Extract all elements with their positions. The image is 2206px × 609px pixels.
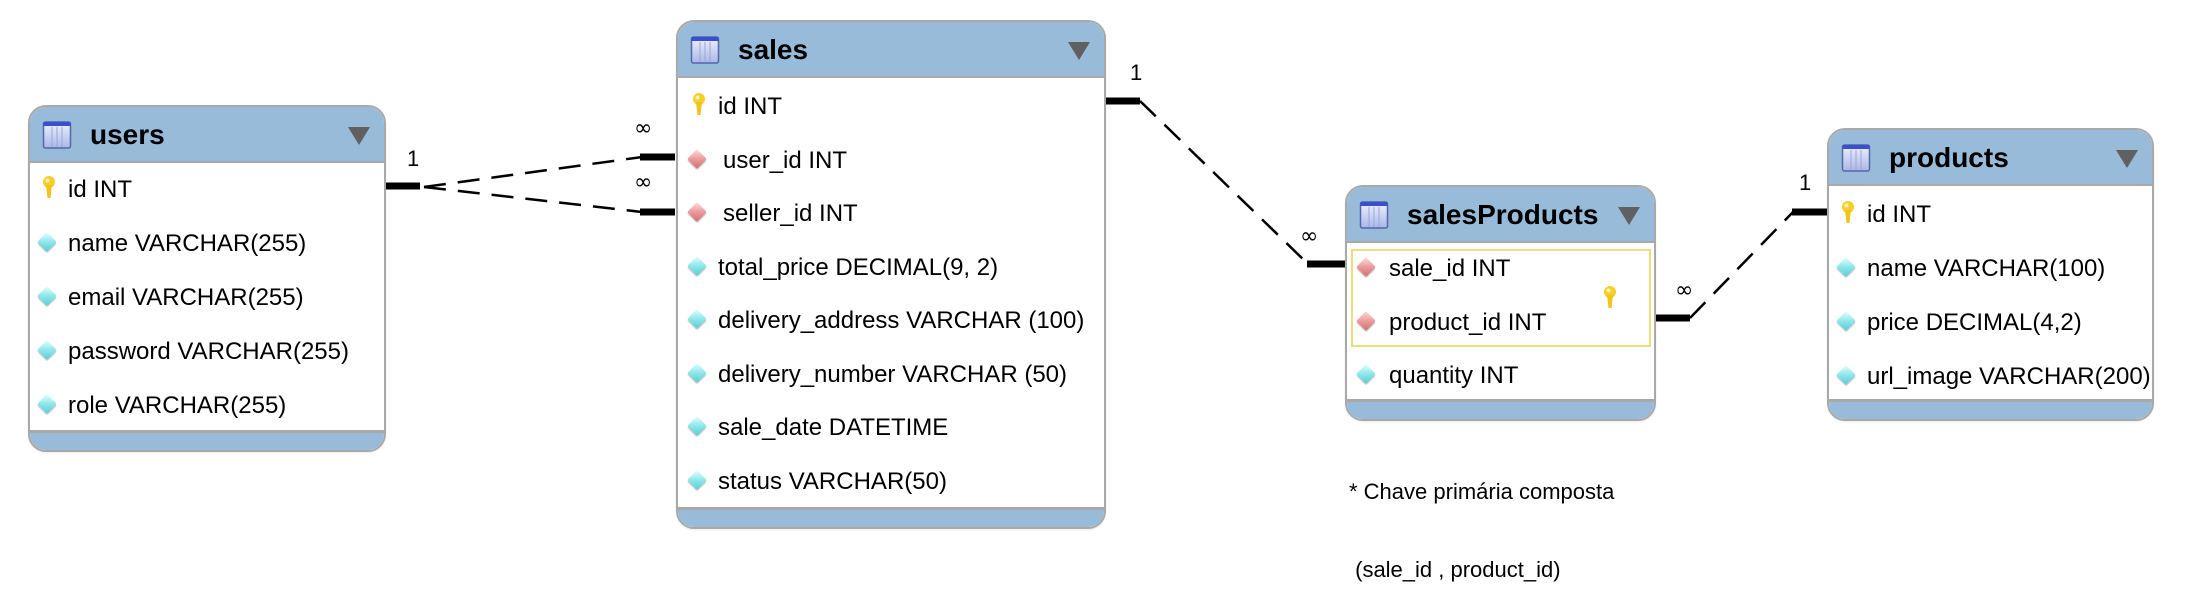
primary-key-icon	[692, 92, 706, 123]
attribute-icon	[687, 362, 707, 383]
column-label: id INT	[1867, 201, 1932, 228]
column-row[interactable]: delivery_number VARCHAR (50)	[678, 354, 1104, 394]
column-row[interactable]: seller_id INT	[678, 193, 1104, 233]
note-line: (sale_id , product_id)	[1349, 557, 1561, 582]
table-sales[interactable]: sales id INT user_id INT seller_id INT tota…	[676, 20, 1106, 529]
column-label: name VARCHAR(255)	[68, 230, 307, 257]
table-footer	[30, 430, 384, 450]
column-label: delivery_number VARCHAR (50)	[718, 360, 1068, 388]
table-name: products	[1889, 142, 2009, 173]
composite-key-note: * Chave primária composta (sale_id , pro…	[1349, 427, 1614, 609]
cardinality-one-label: 1	[407, 146, 420, 171]
table-icon	[42, 121, 72, 149]
column-label: quantity INT	[1389, 362, 1519, 389]
column-label: password VARCHAR(255)	[68, 338, 349, 365]
column-row[interactable]: product_id INT	[1347, 302, 1654, 342]
table-users[interactable]: users id INT name VARCHAR(255) email VARCH…	[28, 105, 386, 452]
column-label: user_id INT	[723, 146, 848, 174]
table-icon	[690, 36, 720, 64]
table-header[interactable]: users	[30, 107, 384, 163]
primary-key-icon	[1841, 200, 1855, 231]
attribute-icon	[1836, 365, 1856, 385]
cardinality-many-label: ∞	[634, 116, 653, 141]
table-name: salesProducts	[1407, 199, 1599, 230]
cardinality-many-label: ∞	[1675, 278, 1694, 303]
attribute-icon	[687, 255, 707, 276]
column-label: product_id INT	[1389, 308, 1547, 336]
attribute-icon	[687, 469, 707, 490]
table-header[interactable]: products	[1829, 130, 2152, 186]
column-row[interactable]: id INT	[1829, 194, 2152, 234]
attribute-icon	[37, 232, 57, 252]
table-header[interactable]: sales	[678, 22, 1104, 78]
column-label: total_price DECIMAL(9, 2)	[718, 253, 999, 281]
attribute-icon	[1836, 257, 1856, 277]
column-row[interactable]: price DECIMAL(4,2)	[1829, 302, 2152, 342]
cardinality-one-label: 1	[1130, 60, 1143, 85]
column-label: price DECIMAL(4,2)	[1867, 309, 2082, 336]
column-row[interactable]: email VARCHAR(255)	[30, 277, 384, 317]
attribute-icon	[37, 340, 57, 360]
attribute-icon	[1356, 364, 1376, 384]
table-icon	[1841, 144, 1871, 172]
rel-users-sales-user[interactable]	[385, 153, 675, 190]
cardinality-one-label: 1	[1799, 170, 1812, 195]
column-row[interactable]: role VARCHAR(255)	[30, 385, 384, 425]
foreign-key-icon	[1356, 257, 1376, 277]
table-footer	[678, 507, 1104, 527]
table-name: sales	[738, 34, 809, 65]
column-row[interactable]: delivery_address VARCHAR (100)	[678, 300, 1104, 340]
table-footer	[1347, 399, 1654, 419]
column-label: sale_id INT	[1389, 255, 1511, 282]
column-label: delivery_address VARCHAR (100)	[718, 307, 1085, 334]
table-header[interactable]: salesProducts	[1347, 187, 1654, 243]
collapse-toggle-icon[interactable]	[348, 127, 370, 145]
column-label: url_image VARCHAR(200)	[1867, 363, 2151, 390]
column-label: role VARCHAR(255)	[68, 392, 287, 419]
collapse-toggle-icon[interactable]	[2116, 150, 2138, 168]
cardinality-many-label: ∞	[634, 170, 653, 195]
table-products[interactable]: products id INT name VARCHAR(100) price DE…	[1827, 128, 2154, 421]
attribute-icon	[37, 394, 57, 414]
column-row[interactable]: name VARCHAR(100)	[1829, 248, 2152, 288]
collapse-toggle-icon[interactable]	[1618, 207, 1640, 225]
column-label: sale_date DATETIME	[718, 414, 949, 441]
collapse-toggle-icon[interactable]	[1068, 42, 1090, 60]
table-name: users	[90, 119, 165, 150]
table-icon	[1359, 201, 1389, 229]
column-row[interactable]: user_id INT	[678, 140, 1104, 180]
column-row[interactable]: quantity INT	[1347, 355, 1654, 395]
column-label: id INT	[68, 176, 133, 203]
column-label: id INT	[718, 93, 783, 120]
column-label: email VARCHAR(255)	[68, 284, 304, 311]
attribute-icon	[37, 286, 57, 306]
column-row[interactable]: total_price DECIMAL(9, 2)	[678, 247, 1104, 287]
table-salesproducts[interactable]: salesProducts sale_id INT product_id INT q…	[1345, 185, 1656, 421]
column-row[interactable]: id INT	[678, 86, 1104, 126]
column-row[interactable]: url_image VARCHAR(200)	[1829, 356, 2152, 396]
column-row[interactable]: status VARCHAR(50)	[678, 461, 1104, 501]
column-row[interactable]: id INT	[30, 169, 384, 209]
column-label: status VARCHAR(50)	[718, 467, 947, 495]
cardinality-many-label: ∞	[1300, 224, 1319, 249]
column-row[interactable]: password VARCHAR(255)	[30, 331, 384, 371]
connector-dashed	[423, 185, 643, 214]
column-row[interactable]: name VARCHAR(255)	[30, 223, 384, 263]
table-footer	[1829, 399, 2152, 419]
primary-key-icon	[42, 175, 56, 206]
attribute-icon	[687, 309, 707, 329]
attribute-icon	[687, 416, 707, 436]
attribute-icon	[1836, 311, 1856, 331]
connector-dashed	[1689, 211, 1794, 319]
connector-dashed	[1139, 100, 1309, 265]
column-label: name VARCHAR(100)	[1867, 255, 2106, 282]
connector-dashed	[423, 155, 643, 189]
foreign-key-icon	[687, 202, 707, 222]
foreign-key-icon	[687, 148, 707, 169]
column-row[interactable]: sale_id INT	[1347, 248, 1654, 288]
note-line: * Chave primária composta	[1349, 479, 1615, 504]
column-label: seller_id INT	[723, 200, 858, 227]
foreign-key-icon	[1356, 310, 1376, 331]
column-row[interactable]: sale_date DATETIME	[678, 407, 1104, 447]
